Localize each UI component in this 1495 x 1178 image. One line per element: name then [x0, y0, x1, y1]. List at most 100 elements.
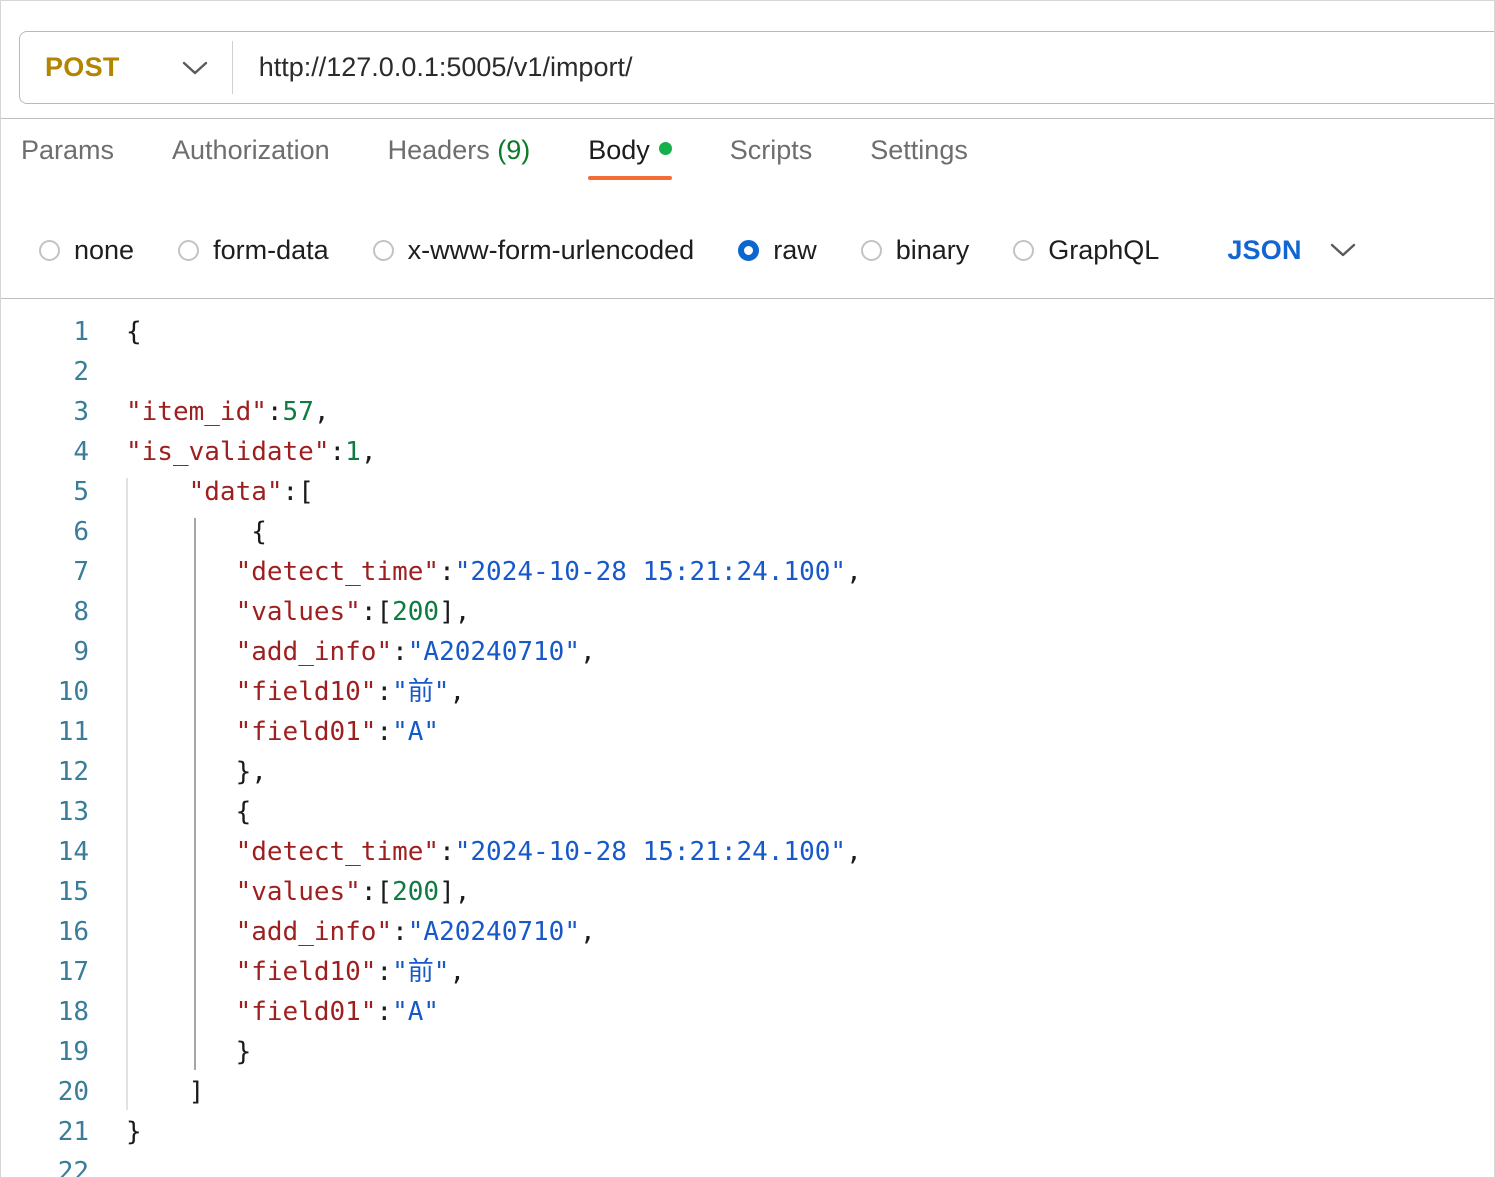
- code-line[interactable]: 18 "field01":"A": [1, 992, 1494, 1032]
- http-method-selector[interactable]: POST: [20, 32, 222, 103]
- code-token-key: "field01": [235, 997, 377, 1027]
- line-number: 2: [73, 357, 89, 387]
- raw-body-code-editor[interactable]: 1{ 2 3 "item_id":57, 4 "is_validate":1, 5 "dat…: [1, 299, 1494, 1177]
- line-number: 19: [57, 1037, 89, 1067]
- code-token-punct: :: [392, 917, 408, 947]
- code-line-text: "add_info":"A20240710",: [126, 912, 596, 952]
- line-number: 8: [73, 597, 89, 627]
- raw-format-selector[interactable]: JSON: [1227, 235, 1355, 266]
- code-line[interactable]: 3 "item_id":57,: [1, 392, 1494, 432]
- line-number: 11: [57, 717, 89, 747]
- code-line[interactable]: 22: [1, 1152, 1494, 1177]
- code-token-punct: ],: [439, 597, 471, 627]
- body-type-radio-graphql[interactable]: GraphQL: [1013, 235, 1159, 266]
- line-number: 14: [57, 837, 89, 867]
- line-number: 12: [57, 757, 89, 787]
- body-type-radio-none[interactable]: none: [39, 235, 134, 266]
- tab-authorization[interactable]: Authorization: [172, 131, 330, 185]
- radio-unselected-icon[interactable]: [39, 239, 60, 261]
- line-number: 17: [57, 957, 89, 987]
- request-body-panel: POST Params Authorization Headers (9) Body S…: [0, 0, 1495, 1178]
- body-type-radio-x-www-form-urlencoded[interactable]: x-www-form-urlencoded: [372, 235, 694, 266]
- code-line[interactable]: 2: [1, 352, 1494, 392]
- tab-settings[interactable]: Settings: [870, 131, 968, 185]
- code-line-text: {: [126, 312, 142, 352]
- tab-label: Params: [21, 135, 115, 165]
- body-type-label: none: [74, 234, 135, 265]
- code-token-punct: [126, 997, 236, 1027]
- code-line[interactable]: 20 ]: [1, 1072, 1494, 1112]
- code-token-key: "detect_time": [235, 557, 440, 587]
- code-token-punct: [126, 957, 236, 987]
- line-number: 20: [57, 1077, 89, 1107]
- code-line-text: }: [126, 1032, 252, 1072]
- line-number: 4: [73, 437, 89, 467]
- code-line[interactable]: 15 "values":[200],: [1, 872, 1494, 912]
- code-line[interactable]: 9 "add_info":"A20240710",: [1, 632, 1494, 672]
- line-number: 6: [73, 517, 89, 547]
- code-line[interactable]: 7 "detect_time":"2024-10-28 15:21:24.100…: [1, 552, 1494, 592]
- tab-scripts[interactable]: Scripts: [730, 131, 813, 185]
- code-line[interactable]: 10 "field10":"前",: [1, 672, 1494, 712]
- code-line[interactable]: 5 "data":[: [1, 472, 1494, 512]
- radio-selected-icon[interactable]: [738, 239, 760, 261]
- code-token-key: "field01": [235, 717, 377, 747]
- code-token-punct: ],: [439, 877, 471, 907]
- code-token-str: "A20240710": [407, 917, 580, 947]
- code-line[interactable]: 13 {: [1, 792, 1494, 832]
- code-line[interactable]: 6 {: [1, 512, 1494, 552]
- code-line[interactable]: 12 },: [1, 752, 1494, 792]
- body-type-radio-raw[interactable]: raw: [738, 235, 817, 266]
- code-line[interactable]: 21}: [1, 1112, 1494, 1152]
- code-line[interactable]: 14 "detect_time":"2024-10-28 15:21:24.10…: [1, 832, 1494, 872]
- code-token-str: "2024-10-28 15:21:24.100": [454, 557, 847, 587]
- url-bar: POST: [19, 31, 1494, 104]
- code-line-text: "detect_time":"2024-10-28 15:21:24.100",: [126, 832, 862, 872]
- code-token-str: "A20240710": [407, 637, 580, 667]
- code-token-punct: [126, 677, 236, 707]
- code-line-text: ]: [126, 1072, 205, 1112]
- code-line[interactable]: 8 "values":[200],: [1, 592, 1494, 632]
- code-line[interactable]: 11 "field01":"A": [1, 712, 1494, 752]
- code-line[interactable]: 19 }: [1, 1032, 1494, 1072]
- body-type-label: form-data: [213, 234, 329, 265]
- code-token-key: "values": [235, 597, 361, 627]
- tab-label: Body: [588, 135, 650, 165]
- code-token-punct: }: [126, 1037, 252, 1067]
- code-token-punct: ,: [579, 917, 596, 947]
- line-number: 3: [73, 397, 89, 427]
- code-token-punct: ,: [846, 837, 862, 867]
- body-type-radio-form-data[interactable]: form-data: [178, 235, 329, 266]
- code-token-num: 200: [392, 597, 440, 627]
- chevron-down-icon: [182, 60, 208, 76]
- code-token-key: "add_info": [235, 637, 393, 667]
- body-type-options: none form-data x-www-form-urlencoded raw bin…: [1, 219, 1494, 281]
- radio-unselected-icon[interactable]: [372, 239, 394, 261]
- tab-body[interactable]: Body: [588, 131, 672, 185]
- url-input[interactable]: [232, 31, 1494, 104]
- header-divider: [1, 118, 1494, 119]
- code-token-key: "values": [235, 877, 361, 907]
- code-line[interactable]: 17 "field10":"前",: [1, 952, 1494, 992]
- body-type-label: raw: [773, 234, 817, 265]
- body-type-label: binary: [895, 234, 970, 265]
- tab-headers[interactable]: Headers (9): [388, 131, 531, 185]
- code-line-text: "field10":"前",: [126, 672, 466, 712]
- tab-label: Headers: [387, 135, 490, 165]
- tab-params[interactable]: Params: [21, 131, 114, 185]
- line-number: 16: [57, 917, 89, 947]
- code-line[interactable]: 16 "add_info":"A20240710",: [1, 912, 1494, 952]
- body-type-radio-binary[interactable]: binary: [860, 234, 970, 266]
- code-line-text: "item_id":57,: [126, 392, 330, 432]
- radio-unselected-icon[interactable]: [178, 239, 200, 261]
- radio-unselected-icon[interactable]: [1013, 239, 1035, 261]
- code-token-punct: :[: [282, 477, 314, 507]
- code-line[interactable]: 1{: [1, 312, 1494, 352]
- line-number: 21: [57, 1117, 89, 1147]
- code-token-punct: ,: [449, 957, 466, 987]
- body-type-label: GraphQL: [1048, 234, 1160, 265]
- code-token-punct: },: [126, 757, 267, 787]
- radio-unselected-icon[interactable]: [860, 239, 882, 261]
- code-line[interactable]: 4 "is_validate":1,: [1, 432, 1494, 472]
- code-token-key: "item_id": [126, 397, 267, 427]
